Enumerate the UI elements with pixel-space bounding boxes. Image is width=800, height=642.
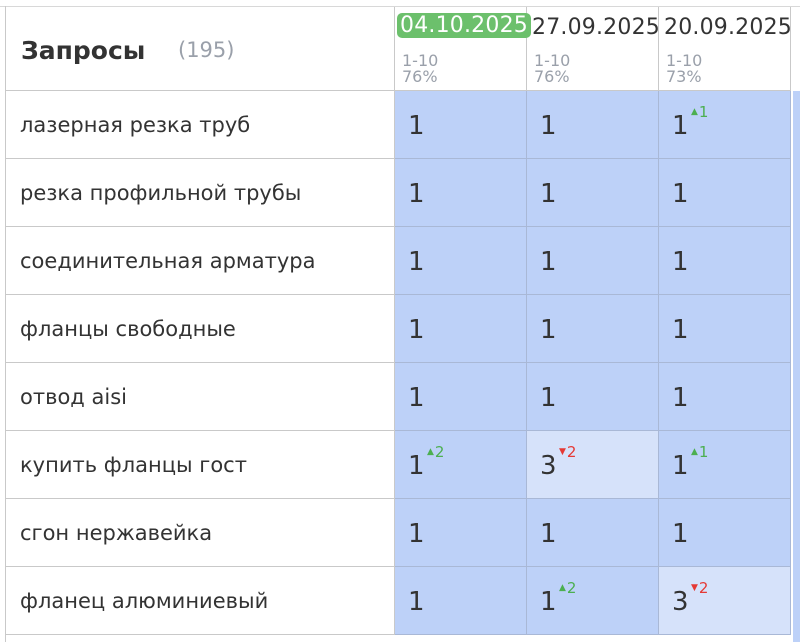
position-cell[interactable]: 1: [527, 91, 659, 159]
position-value: 1: [408, 383, 425, 413]
position-value: 1: [408, 315, 425, 345]
position-up-change: ▲2: [427, 443, 444, 461]
position-cell[interactable]: 1 ▲2: [395, 431, 527, 499]
position-cell[interactable]: 3 ▼2: [527, 431, 659, 499]
position-value: 1: [408, 179, 425, 209]
query-text[interactable]: лазерная резка труб: [6, 91, 395, 159]
position-cell[interactable]: 1: [527, 363, 659, 431]
date-column-header[interactable]: 04.10.2025 1-10 76%: [395, 7, 531, 91]
position-value: 1: [540, 111, 557, 141]
position-value: 1: [540, 179, 557, 209]
table-row: сгон нержавейка 1 1 1: [6, 499, 800, 567]
top-border: [0, 0, 800, 7]
position-down-change: ▼2: [559, 443, 576, 461]
change-amount: 2: [566, 579, 577, 597]
position-value: 3: [672, 587, 689, 617]
query-text[interactable]: сгон нержавейка: [6, 499, 395, 567]
position-cell[interactable]: 3 ▼2: [659, 567, 791, 635]
position-cell[interactable]: 1: [527, 499, 659, 567]
position-cell[interactable]: 1: [395, 567, 527, 635]
position-cell[interactable]: 1: [659, 227, 791, 295]
triangle-up-icon: ▲: [559, 583, 566, 593]
change-amount: 2: [434, 443, 445, 461]
date-label: 27.09.2025: [532, 15, 660, 40]
position-value: 1: [672, 179, 689, 209]
date-percent: 76%: [534, 67, 570, 86]
position-value: 1: [540, 315, 557, 345]
table-row: фланец алюминиевый 1 1 ▲2 3 ▼2: [6, 567, 800, 635]
position-cell[interactable]: 1: [395, 159, 527, 227]
triangle-down-icon: ▼: [559, 447, 566, 457]
position-value: 1: [408, 247, 425, 277]
position-cell[interactable]: 1: [527, 295, 659, 363]
position-cell[interactable]: 1: [395, 227, 527, 295]
date-percent: 73%: [666, 67, 702, 86]
date-label: 04.10.2025: [397, 13, 531, 38]
position-value: 1: [408, 451, 425, 481]
triangle-up-icon: ▲: [691, 447, 698, 457]
date-stats: 1-10 76%: [402, 53, 438, 85]
queries-title: Запросы: [21, 36, 146, 65]
table-row: резка профильной трубы 1 1 1: [6, 159, 800, 227]
date-stats: 1-10 73%: [666, 53, 702, 85]
position-value: 1: [540, 587, 557, 617]
query-text[interactable]: купить фланцы гост: [6, 431, 395, 499]
position-value: 1: [672, 383, 689, 413]
date-percent: 76%: [402, 67, 438, 86]
table-row: лазерная резка труб 1 1 1 ▲1: [6, 91, 800, 159]
query-text[interactable]: фланцы свободные: [6, 295, 395, 363]
position-up-change: ▲2: [559, 579, 576, 597]
next-column-edge: [793, 91, 800, 642]
position-cell[interactable]: 1 ▲1: [659, 91, 791, 159]
position-cell[interactable]: 1: [395, 363, 527, 431]
position-value: 1: [672, 247, 689, 277]
position-value: 1: [540, 247, 557, 277]
position-cell[interactable]: 1: [659, 295, 791, 363]
position-value: 1: [540, 519, 557, 549]
table-row: фланцы свободные 1 1 1: [6, 295, 800, 363]
position-value: 1: [672, 519, 689, 549]
position-value: 1: [540, 383, 557, 413]
position-value: 1: [408, 519, 425, 549]
position-value: 1: [408, 111, 425, 141]
date-stats: 1-10 76%: [534, 53, 570, 85]
position-cell[interactable]: 1: [527, 159, 659, 227]
position-cell[interactable]: 1: [395, 91, 527, 159]
query-text[interactable]: отвод aisi: [6, 363, 395, 431]
position-up-change: ▲1: [691, 103, 708, 121]
query-text[interactable]: соединительная арматура: [6, 227, 395, 295]
date-label: 20.09.2025: [664, 15, 792, 40]
position-value: 1: [408, 587, 425, 617]
date-column-header[interactable]: 27.09.2025 1-10 76%: [527, 7, 660, 91]
change-amount: 2: [698, 579, 709, 597]
position-cell[interactable]: 1: [395, 499, 527, 567]
triangle-up-icon: ▲: [691, 107, 698, 117]
table-row: купить фланцы гост 1 ▲2 3 ▼2 1 ▲1: [6, 431, 800, 499]
query-text[interactable]: фланец алюминиевый: [6, 567, 395, 635]
change-amount: 1: [698, 103, 709, 121]
position-value: 1: [672, 451, 689, 481]
position-value: 1: [672, 315, 689, 345]
position-value: 1: [672, 111, 689, 141]
table-row: соединительная арматура 1 1 1: [6, 227, 800, 295]
queries-count: (195): [178, 38, 235, 62]
position-up-change: ▲1: [691, 443, 708, 461]
position-cell[interactable]: 1: [527, 227, 659, 295]
position-value: 3: [540, 451, 557, 481]
triangle-up-icon: ▲: [427, 447, 434, 457]
position-cell[interactable]: 1: [395, 295, 527, 363]
position-cell[interactable]: 1 ▲1: [659, 431, 791, 499]
change-amount: 2: [566, 443, 577, 461]
position-cell[interactable]: 1: [659, 363, 791, 431]
date-column-header[interactable]: 20.09.2025 1-10 73%: [659, 7, 792, 91]
change-amount: 1: [698, 443, 709, 461]
triangle-down-icon: ▼: [691, 583, 698, 593]
query-text[interactable]: резка профильной трубы: [6, 159, 395, 227]
position-down-change: ▼2: [691, 579, 708, 597]
table-row: отвод aisi 1 1 1: [6, 363, 800, 431]
queries-header[interactable]: Запросы (195): [6, 7, 395, 91]
position-cell[interactable]: 1 ▲2: [527, 567, 659, 635]
position-cell[interactable]: 1: [659, 159, 791, 227]
position-cell[interactable]: 1: [659, 499, 791, 567]
